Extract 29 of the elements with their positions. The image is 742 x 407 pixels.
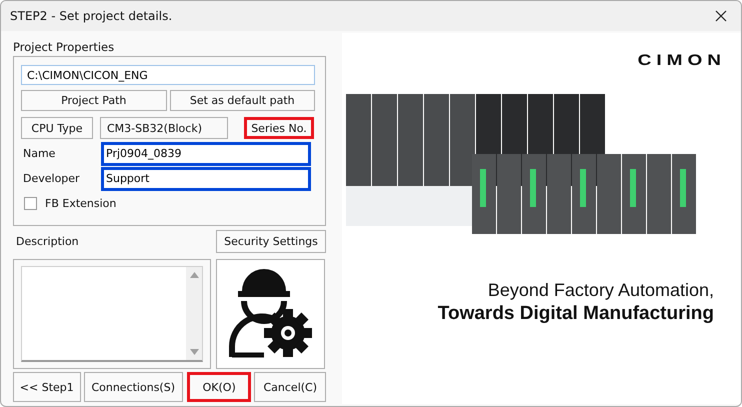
series-number-button[interactable]: Series No.: [244, 117, 314, 139]
checkbox[interactable]: [24, 197, 37, 210]
scrollbar[interactable]: [186, 267, 202, 360]
tagline-text: Beyond Factory Automation,: [488, 280, 714, 301]
headline-text: Towards Digital Manufacturing: [438, 303, 714, 325]
description-label: Description: [15, 234, 79, 248]
scroll-down-icon[interactable]: [190, 349, 198, 355]
field-label: Name: [22, 147, 56, 160]
cpu-type-value: CM3-SB32(Block): [100, 117, 228, 139]
window-title: STEP2 - Set project details.: [10, 9, 172, 23]
description-field[interactable]: [21, 266, 203, 362]
dialog-button[interactable]: Cancel(C): [254, 372, 326, 402]
scroll-up-icon[interactable]: [190, 272, 198, 278]
group-title: Project Properties: [13, 40, 116, 56]
dialog-button[interactable]: OK(O): [186, 372, 252, 402]
checkbox-label: FB Extension: [45, 197, 116, 210]
path-field[interactable]: C:\CIMON\CICON_ENG: [21, 65, 315, 85]
security-settings-button[interactable]: Security Settings: [216, 230, 326, 252]
worker-gear-icon: [228, 269, 314, 359]
dialog-button[interactable]: << Step1: [13, 372, 81, 402]
brand-logo: CIMON: [638, 52, 726, 70]
text-field[interactable]: Prj0904_0839: [101, 142, 311, 166]
close-icon: [715, 10, 727, 22]
cpu-type-button[interactable]: CPU Type: [21, 117, 93, 139]
field-label: Developer: [22, 172, 81, 185]
path-button[interactable]: Set as default path: [170, 90, 315, 111]
text-field[interactable]: Support: [101, 166, 311, 190]
dialog-button[interactable]: Connections(S): [84, 372, 183, 402]
path-button[interactable]: Project Path: [21, 90, 166, 111]
